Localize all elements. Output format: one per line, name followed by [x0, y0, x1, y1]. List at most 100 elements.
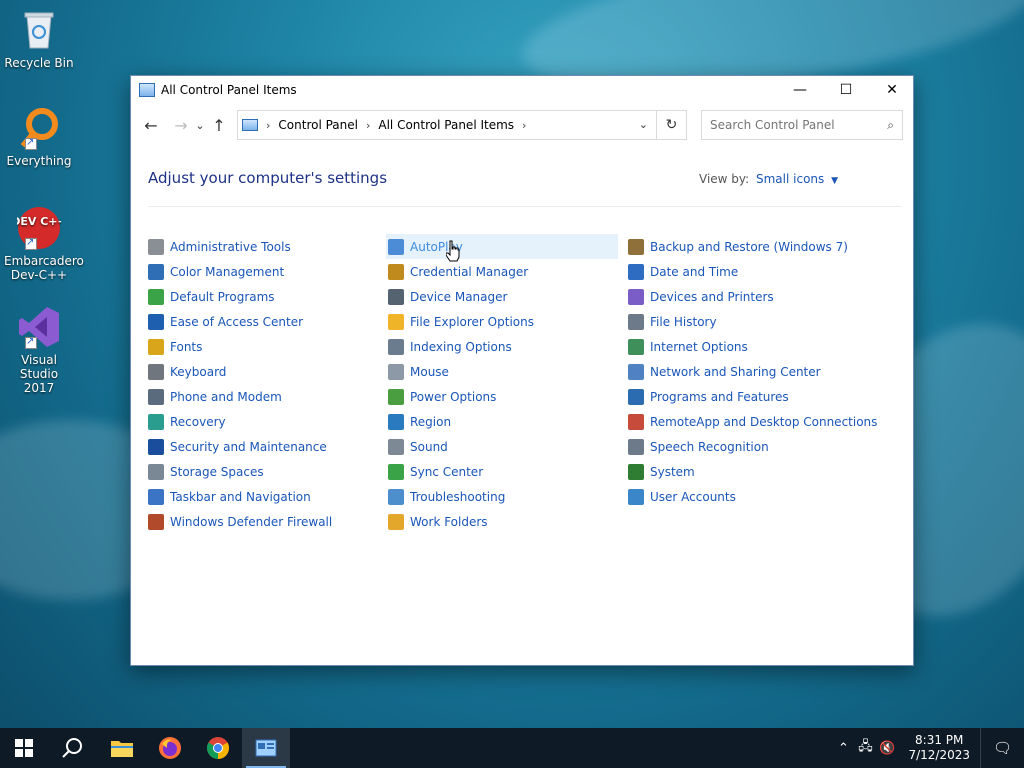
control-panel-item[interactable]: Work Folders	[386, 509, 622, 534]
control-panel-item[interactable]: Device Manager	[386, 284, 622, 309]
chevron-right-icon[interactable]: ›	[522, 119, 526, 132]
control-panel-item-icon	[628, 463, 644, 480]
control-panel-item[interactable]: Keyboard	[146, 359, 382, 384]
control-panel-item[interactable]: Security and Maintenance	[146, 434, 382, 459]
control-panel-icon	[255, 739, 277, 757]
search-box[interactable]: ⌕	[701, 110, 903, 140]
back-button[interactable]: ←	[139, 113, 163, 137]
devcpp-logo-text: DEV C++	[17, 215, 61, 228]
control-panel-item[interactable]: File Explorer Options	[386, 309, 622, 334]
control-panel-item-label: Power Options	[410, 389, 497, 404]
control-panel-item[interactable]: Power Options	[386, 384, 622, 409]
control-panel-item-icon	[388, 338, 404, 355]
control-panel-item[interactable]: Region	[386, 409, 622, 434]
control-panel-item[interactable]: System	[626, 459, 862, 484]
volume-muted-icon[interactable]: 🔇	[876, 741, 898, 756]
search-icon: ⌕	[887, 118, 894, 132]
chevron-up-icon[interactable]: ⌃	[832, 741, 854, 756]
control-panel-item-label: Credential Manager	[410, 264, 529, 279]
desktop-icon-recycle-bin[interactable]: Recycle Bin	[4, 8, 74, 70]
caret-down-icon: ▼	[831, 176, 839, 186]
items-column-2: AutoPlay Credential Manager Device Manager…	[386, 234, 622, 534]
control-panel-item[interactable]: Network and Sharing Center	[626, 359, 862, 384]
file-explorer-button[interactable]	[98, 728, 146, 768]
control-panel-item-icon	[388, 463, 404, 480]
recycle-bin-icon	[17, 8, 61, 52]
view-by-dropdown[interactable]: Small icons ▼	[756, 172, 838, 186]
control-panel-item-label: Network and Sharing Center	[650, 364, 821, 379]
chrome-icon	[207, 737, 229, 759]
control-panel-item-icon	[388, 238, 404, 255]
control-panel-item[interactable]: Backup and Restore (Windows 7)	[626, 234, 862, 259]
control-panel-item[interactable]: Fonts	[146, 334, 382, 359]
minimize-button[interactable]: —	[777, 76, 823, 104]
control-panel-item[interactable]: File History	[626, 309, 862, 334]
control-panel-item-icon	[388, 488, 404, 505]
close-button[interactable]: ✕	[869, 76, 915, 104]
control-panel-item[interactable]: Recovery	[146, 409, 382, 434]
control-panel-item[interactable]: Storage Spaces	[146, 459, 382, 484]
notifications-icon[interactable]: 🗨	[980, 728, 1024, 768]
desktop-icon-devcpp[interactable]: DEV C++ Embarcadero Dev-C++	[4, 206, 84, 282]
control-panel-item[interactable]: RemoteApp and Desktop Connections	[626, 409, 877, 434]
control-panel-item[interactable]: Credential Manager	[386, 259, 622, 284]
control-panel-item[interactable]: Ease of Access Center	[146, 309, 382, 334]
clock[interactable]: 8:31 PM 7/12/2023	[908, 733, 970, 763]
control-panel-item[interactable]: Indexing Options	[386, 334, 622, 359]
control-panel-item-label: Storage Spaces	[170, 464, 264, 479]
control-panel-item[interactable]: Default Programs	[146, 284, 382, 309]
control-panel-item-icon	[148, 238, 164, 255]
taskbar: ⌃ 🖧 🔇 8:31 PM 7/12/2023 🗨	[0, 728, 1024, 768]
control-panel-item[interactable]: Sync Center	[386, 459, 622, 484]
control-panel-taskbar-button[interactable]	[242, 728, 290, 768]
control-panel-item[interactable]: Phone and Modem	[146, 384, 382, 409]
control-panel-item[interactable]: Programs and Features	[626, 384, 862, 409]
search-input[interactable]	[710, 118, 875, 132]
desktop-icon-label: Everything	[6, 154, 72, 168]
firefox-button[interactable]	[146, 728, 194, 768]
control-panel-item-icon	[628, 238, 644, 255]
windows-logo-icon	[15, 739, 33, 757]
start-button[interactable]	[0, 728, 48, 768]
control-panel-item[interactable]: Administrative Tools	[146, 234, 382, 259]
visual-studio-icon	[17, 305, 61, 349]
forward-button[interactable]: →	[169, 113, 193, 137]
control-panel-item-label: Keyboard	[170, 364, 227, 379]
network-icon[interactable]: 🖧	[854, 737, 876, 759]
control-panel-item[interactable]: Color Management	[146, 259, 382, 284]
control-panel-item-icon	[388, 313, 404, 330]
control-panel-icon	[139, 83, 155, 97]
desktop-icon-everything[interactable]: Everything	[4, 106, 74, 168]
control-panel-item[interactable]: AutoPlay	[386, 234, 618, 259]
control-panel-item-icon	[148, 288, 164, 305]
items-column-1: Administrative Tools Color Management Defa…	[146, 234, 382, 534]
control-panel-item-label: Indexing Options	[410, 339, 512, 354]
up-button[interactable]: ↑	[207, 113, 231, 137]
control-panel-item-label: User Accounts	[650, 489, 736, 504]
control-panel-item-icon	[628, 488, 644, 505]
refresh-button[interactable]: ↻	[657, 110, 687, 140]
control-panel-item[interactable]: Date and Time	[626, 259, 862, 284]
control-panel-item[interactable]: User Accounts	[626, 484, 862, 509]
control-panel-item[interactable]: Mouse	[386, 359, 622, 384]
control-panel-item[interactable]: Internet Options	[626, 334, 862, 359]
desktop-icon-visual-studio[interactable]: Visual Studio 2017	[4, 305, 74, 395]
maximize-button[interactable]: ☐	[823, 76, 869, 104]
control-panel-item-icon	[388, 288, 404, 305]
chrome-button[interactable]	[194, 728, 242, 768]
search-button[interactable]	[48, 728, 96, 768]
control-panel-item[interactable]: Sound	[386, 434, 622, 459]
control-panel-item[interactable]: Taskbar and Navigation	[146, 484, 382, 509]
control-panel-item[interactable]: Speech Recognition	[626, 434, 862, 459]
breadcrumb-control-panel[interactable]: Control Panel	[278, 118, 358, 132]
recent-locations-button[interactable]: ⌄	[193, 113, 207, 137]
control-panel-item[interactable]: Devices and Printers	[626, 284, 862, 309]
address-bar[interactable]: › Control Panel › All Control Panel Item…	[237, 110, 657, 140]
breadcrumb-all-items[interactable]: All Control Panel Items	[378, 118, 514, 132]
control-panel-item[interactable]: Windows Defender Firewall	[146, 509, 382, 534]
control-panel-item-label: Mouse	[410, 364, 449, 379]
chevron-right-icon: ›	[365, 118, 371, 132]
control-panel-item[interactable]: Troubleshooting	[386, 484, 622, 509]
chevron-down-icon[interactable]: ⌄	[639, 118, 648, 131]
desktop-icon-label: Embarcadero Dev-C++	[4, 254, 84, 282]
